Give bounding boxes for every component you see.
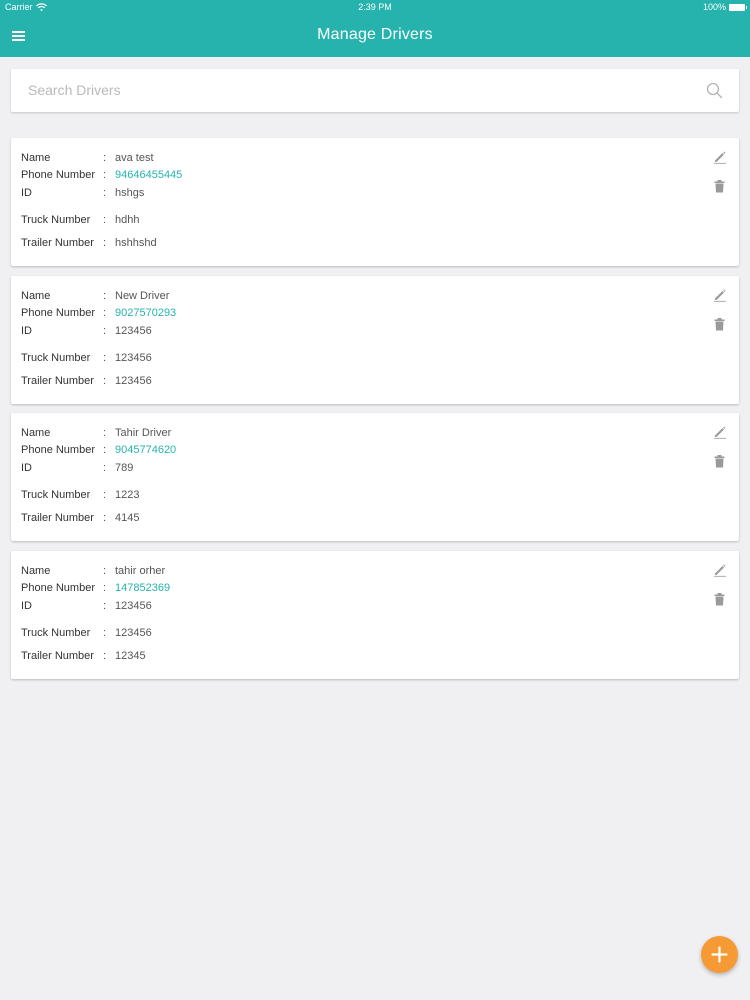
field-separator: : bbox=[103, 600, 107, 612]
field-separator: : bbox=[103, 650, 107, 662]
search-bar bbox=[11, 69, 739, 112]
field-separator: : bbox=[103, 325, 107, 337]
driver-id-value: 123456 bbox=[115, 600, 152, 612]
driver-card: Name: Tahir Driver Phone Number:9045774620… bbox=[11, 413, 739, 541]
field-separator: : bbox=[103, 290, 107, 302]
field-label-truck: Truck Number bbox=[21, 214, 91, 226]
trash-icon[interactable] bbox=[714, 593, 725, 606]
field-separator: : bbox=[103, 187, 107, 199]
field-label-id: ID bbox=[21, 325, 32, 337]
field-label-truck: Truck Number bbox=[21, 489, 91, 501]
driver-card: Name: ava test Phone Number:94646455445 ID:… bbox=[11, 138, 739, 266]
driver-truck-value: hdhh bbox=[115, 214, 140, 226]
pencil-icon[interactable] bbox=[713, 425, 727, 439]
status-bar: Carrier 2:39 PM 100% bbox=[0, 0, 750, 14]
field-separator: : bbox=[103, 489, 107, 501]
driver-id-value: 123456 bbox=[115, 325, 152, 337]
pencil-icon[interactable] bbox=[713, 288, 727, 302]
battery-percent: 100% bbox=[702, 2, 726, 12]
field-label-phone: Phone Number bbox=[21, 169, 95, 181]
trash-icon[interactable] bbox=[714, 455, 725, 468]
field-label-truck: Truck Number bbox=[21, 627, 91, 639]
driver-phone-value[interactable]: 9027570293 bbox=[115, 307, 176, 319]
plus-icon bbox=[711, 946, 728, 963]
field-label-trailer: Trailer Number bbox=[21, 237, 94, 249]
field-separator: : bbox=[103, 462, 107, 474]
field-label-id: ID bbox=[21, 462, 32, 474]
driver-truck-value: 123456 bbox=[115, 352, 152, 364]
field-label-trailer: Trailer Number bbox=[21, 650, 94, 662]
field-label-phone: Phone Number bbox=[21, 307, 95, 319]
field-label-truck: Truck Number bbox=[21, 352, 91, 364]
field-separator: : bbox=[103, 214, 107, 226]
field-label-id: ID bbox=[21, 187, 32, 199]
field-label-name: Name bbox=[21, 427, 51, 439]
driver-name-value: ava test bbox=[115, 152, 154, 164]
pencil-icon[interactable] bbox=[713, 150, 727, 164]
field-separator: : bbox=[103, 565, 107, 577]
battery-icon bbox=[729, 3, 747, 11]
driver-name-value: Tahir Driver bbox=[115, 427, 172, 439]
driver-truck-value: 123456 bbox=[115, 627, 152, 639]
driver-phone-value[interactable]: 9045774620 bbox=[115, 444, 176, 456]
field-label-id: ID bbox=[21, 600, 32, 612]
field-separator: : bbox=[103, 375, 107, 387]
field-label-phone: Phone Number bbox=[21, 582, 95, 594]
field-separator: : bbox=[103, 444, 107, 456]
pencil-icon[interactable] bbox=[713, 563, 727, 577]
field-label-name: Name bbox=[21, 565, 51, 577]
field-separator: : bbox=[103, 627, 107, 639]
driver-name-value: tahir orher bbox=[115, 565, 166, 577]
field-label-phone: Phone Number bbox=[21, 444, 95, 456]
driver-phone-value[interactable]: 147852369 bbox=[115, 582, 170, 594]
add-driver-button[interactable] bbox=[701, 936, 738, 973]
driver-card: Name: tahir orher Phone Number:147852369 ID… bbox=[11, 551, 739, 679]
driver-truck-value: 1223 bbox=[115, 489, 140, 501]
field-label-name: Name bbox=[21, 152, 51, 164]
field-separator: : bbox=[103, 237, 107, 249]
field-separator: : bbox=[103, 582, 107, 594]
driver-trailer-value: 12345 bbox=[115, 650, 146, 662]
page-title: Manage Drivers bbox=[317, 26, 433, 43]
field-separator: : bbox=[103, 352, 107, 364]
app-header: Carrier 2:39 PM 100% Manage Drivers bbox=[0, 0, 750, 57]
status-time: 2:39 PM bbox=[358, 2, 392, 12]
driver-trailer-value: 4145 bbox=[115, 512, 140, 524]
driver-id-value: 789 bbox=[115, 462, 134, 474]
trash-icon[interactable] bbox=[714, 180, 725, 193]
field-separator: : bbox=[103, 307, 107, 319]
field-separator: : bbox=[103, 152, 107, 164]
driver-id-value: hshgs bbox=[115, 187, 145, 199]
driver-name-value: New Driver bbox=[115, 290, 170, 302]
field-label-name: Name bbox=[21, 290, 51, 302]
driver-trailer-value: 123456 bbox=[115, 375, 152, 387]
search-icon[interactable] bbox=[706, 82, 723, 99]
driver-phone-value[interactable]: 94646455445 bbox=[115, 169, 182, 181]
status-battery: 100% bbox=[702, 2, 747, 12]
driver-trailer-value: hshhshd bbox=[115, 237, 157, 249]
field-separator: : bbox=[103, 512, 107, 524]
search-input[interactable] bbox=[28, 79, 688, 101]
trash-icon[interactable] bbox=[714, 318, 725, 331]
field-label-trailer: Trailer Number bbox=[21, 512, 94, 524]
driver-card: Name: New Driver Phone Number:9027570293 ID… bbox=[11, 276, 739, 404]
field-separator: : bbox=[103, 169, 107, 181]
field-label-trailer: Trailer Number bbox=[21, 375, 94, 387]
field-separator: : bbox=[103, 427, 107, 439]
